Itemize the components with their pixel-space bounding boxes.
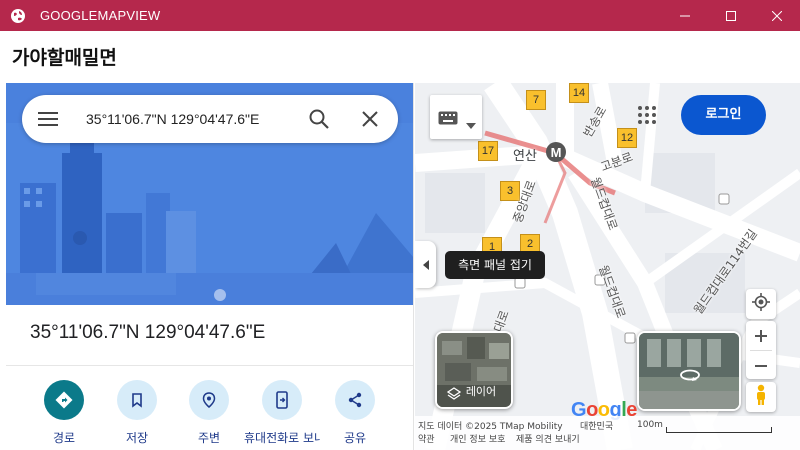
nearby-icon xyxy=(189,380,229,420)
send-to-phone-button[interactable]: 휴대전화로 보내기 xyxy=(244,380,320,446)
layers-label: 레이어 xyxy=(465,385,497,398)
search-icon[interactable] xyxy=(308,108,330,130)
page-header: 가야할매밀면 xyxy=(0,31,800,83)
send-to-phone-icon xyxy=(262,380,302,420)
bookmark-icon xyxy=(117,380,157,420)
clear-search-icon[interactable] xyxy=(360,109,380,129)
privacy-link[interactable]: 개인 정보 보호 xyxy=(450,432,505,445)
scale-label: 100m xyxy=(637,420,663,430)
share-button[interactable]: 공유 xyxy=(317,380,393,446)
my-location-icon xyxy=(752,293,770,315)
zoom-control xyxy=(746,321,776,379)
svg-text:M: M xyxy=(551,145,562,160)
minus-icon xyxy=(755,364,767,367)
route-badge: 12 xyxy=(617,128,637,148)
place-side-panel: 35°11'06.7"N 129°04'47.6"E 35°11'06.7"N … xyxy=(6,83,414,450)
layers-button[interactable]: 레이어 xyxy=(435,331,513,409)
route-badge: 7 xyxy=(526,90,546,110)
pegman-icon xyxy=(754,384,768,410)
pegman-button[interactable] xyxy=(746,382,776,412)
station-label: 연산 xyxy=(513,149,537,164)
collapse-panel-button[interactable] xyxy=(415,241,436,288)
nearby-button[interactable]: 주변 xyxy=(171,380,247,446)
map-footer: 지도 데이터 ©2025 TMap Mobility 대한민국 약관 개인 정보… xyxy=(415,416,800,450)
route-badge: 14 xyxy=(569,83,589,103)
close-window-button[interactable] xyxy=(754,0,800,31)
collapse-panel-tooltip: 측면 패널 접기 xyxy=(445,251,545,279)
maximize-button[interactable] xyxy=(708,0,754,31)
page-title: 가야할매밀면 xyxy=(12,47,117,69)
scale-bar xyxy=(666,427,772,433)
action-label: 경로 xyxy=(52,431,76,445)
zoom-out-button[interactable] xyxy=(746,351,776,380)
route-badge: 17 xyxy=(478,141,498,161)
keyboard-icon xyxy=(438,110,458,129)
save-button[interactable]: 저장 xyxy=(99,380,175,446)
zoom-in-button[interactable] xyxy=(746,321,776,350)
apps-grid-icon[interactable] xyxy=(637,105,657,125)
place-coordinates: 35°11'06.7"N 129°04'47.6"E xyxy=(30,322,266,343)
action-label: 저장 xyxy=(125,431,149,445)
window-titlebar: GOOGLEMAPVIEW xyxy=(0,0,800,31)
my-location-button[interactable] xyxy=(746,289,776,319)
login-button[interactable]: 로그인 xyxy=(681,95,766,135)
keyboard-shortcuts-button[interactable] xyxy=(430,95,482,139)
place-hero-illustration: 35°11'06.7"N 129°04'47.6"E xyxy=(6,83,413,305)
terms-link[interactable]: 약관 xyxy=(418,432,435,445)
rotate-360-icon xyxy=(679,367,701,386)
chevron-down-icon xyxy=(466,114,476,133)
map-data-credit: 지도 데이터 ©2025 TMap Mobility xyxy=(418,422,563,432)
globe-icon xyxy=(10,8,26,24)
plus-icon xyxy=(755,329,767,342)
search-input[interactable]: 35°11'06.7"N 129°04'47.6"E xyxy=(86,95,259,143)
street-view-thumbnail[interactable] xyxy=(637,331,741,411)
share-icon xyxy=(335,380,375,420)
directions-button[interactable]: 경로 xyxy=(26,380,102,446)
feedback-link[interactable]: 제품 의견 보내기 xyxy=(516,432,580,445)
menu-icon[interactable] xyxy=(36,109,60,129)
action-label: 주변 xyxy=(197,431,221,445)
map-canvas[interactable]: M 7 14 12 17 3 1 2 연산 반송로 고분로 중앙대로 월드컵대로… xyxy=(415,83,800,450)
search-box[interactable]: 35°11'06.7"N 129°04'47.6"E xyxy=(22,95,398,143)
map-country: 대한민국 xyxy=(580,422,614,432)
action-label: 휴대전화로 보내기 xyxy=(244,431,320,445)
action-label: 공유 xyxy=(343,431,367,445)
minimize-button[interactable] xyxy=(662,0,708,31)
window-title: GOOGLEMAPVIEW xyxy=(40,8,161,23)
divider xyxy=(6,365,413,366)
directions-icon xyxy=(44,380,84,420)
chevron-left-icon xyxy=(422,255,429,274)
